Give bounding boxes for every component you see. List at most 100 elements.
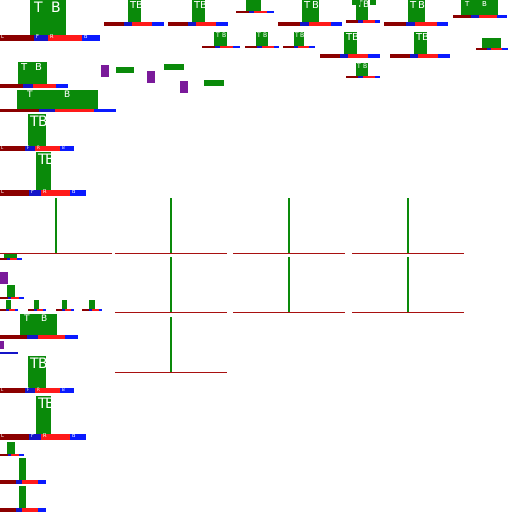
bar-segment — [363, 20, 375, 23]
label-top-left: T — [27, 90, 33, 100]
label-top-left: T — [295, 32, 299, 39]
label-top-right: B — [51, 0, 61, 16]
baseline — [352, 312, 464, 313]
label-bottom-right: B — [84, 34, 88, 40]
label-top-right: B — [45, 152, 55, 168]
top-block — [89, 300, 95, 309]
bar-segment — [254, 11, 267, 13]
bar-segment — [82, 309, 89, 311]
baseline — [352, 253, 464, 254]
bar-segment — [220, 46, 233, 48]
label-bottom-mid-1: F — [31, 189, 34, 195]
stem-panel — [0, 198, 112, 254]
bar-segment — [94, 109, 116, 112]
label-top-left: T — [357, 63, 361, 70]
glyph-purple — [0, 341, 4, 349]
bar-segment — [233, 46, 240, 48]
layout-widget: TB — [283, 32, 315, 48]
label-bottom-mid-1: F — [31, 433, 34, 439]
layout-widget: TB — [202, 32, 240, 48]
bar-segment — [196, 22, 216, 26]
label-top-right: B — [200, 0, 207, 11]
bar-segment — [19, 454, 24, 456]
label-bottom-mid-1: F — [27, 387, 30, 392]
top-block — [7, 285, 15, 297]
bar-segment — [497, 15, 507, 18]
bar-segment — [10, 258, 17, 260]
label-top-right: B — [422, 32, 429, 43]
label-top-left: T — [216, 32, 220, 39]
layout-widget: TB — [0, 90, 116, 112]
stem-panel — [233, 257, 345, 313]
bar-segment — [33, 84, 56, 88]
label-top-right: B — [136, 0, 143, 11]
bar-segment — [406, 22, 415, 26]
layout-widget: TBLFRB — [0, 356, 74, 393]
label-top-right: B — [263, 32, 268, 39]
glyph-green — [204, 80, 224, 86]
layout-widget: TB — [245, 32, 279, 48]
bar-segment — [0, 388, 25, 393]
bar-segment — [340, 54, 348, 58]
glyph-purple — [101, 65, 109, 77]
bar-segment — [0, 434, 29, 440]
top-block — [246, 0, 261, 11]
stem-panel — [115, 317, 227, 373]
bar-segment — [320, 54, 340, 58]
bar-segment — [27, 335, 38, 339]
bar-segment — [22, 508, 38, 512]
bar-segment — [188, 22, 196, 26]
bar-segment — [104, 22, 124, 26]
layout-widget: TB — [390, 32, 450, 58]
bar-segment — [71, 309, 74, 311]
glyph-green — [116, 67, 134, 73]
bar-segment — [17, 258, 22, 260]
label-top-right: B — [64, 90, 71, 100]
stem-line — [407, 198, 409, 253]
layout-widget: TB — [384, 0, 448, 26]
label-bottom-mid-2: R — [37, 145, 40, 150]
label-bottom-mid-1: F — [27, 145, 30, 150]
label-bottom-right: B — [62, 145, 65, 150]
top-block — [19, 458, 26, 480]
bar-segment — [38, 508, 46, 512]
label-bottom-left: L — [1, 433, 4, 439]
bar-segment — [267, 11, 274, 13]
label-bottom-mid-2: R — [43, 433, 47, 439]
bar-segment — [15, 309, 18, 311]
bar-segment — [309, 22, 331, 26]
bar-segment — [216, 22, 228, 26]
bar-segment — [11, 454, 19, 456]
label-top-left: T — [34, 0, 43, 16]
bar-segment — [43, 309, 46, 311]
top-block — [482, 38, 501, 48]
label-top-right: B — [35, 62, 42, 73]
bar-segment — [22, 480, 38, 484]
layout-widget: TB — [0, 314, 78, 339]
layout-widget — [0, 285, 24, 299]
bar-segment — [453, 15, 471, 18]
bar-segment — [236, 11, 249, 13]
stem-panel — [115, 198, 227, 254]
glyph-purple — [147, 71, 155, 83]
bar-segment — [0, 109, 39, 112]
bar-segment — [124, 22, 132, 26]
bar-segment — [38, 335, 65, 339]
label-bottom-right: B — [62, 387, 65, 392]
bar-segment — [19, 297, 24, 299]
bar-segment — [346, 20, 358, 23]
bar-segment — [346, 76, 358, 78]
bar-segment — [368, 54, 380, 58]
glyph-purple — [180, 81, 188, 93]
bar-segment — [0, 190, 29, 196]
layout-widget: TB — [453, 0, 507, 18]
bar-segment — [418, 54, 438, 58]
bar-segment — [479, 15, 497, 18]
bar-segment — [0, 480, 16, 484]
bar-segment — [55, 109, 94, 112]
layout-widget — [476, 38, 508, 50]
label-bottom-left: L — [1, 34, 4, 40]
bar-segment — [65, 335, 78, 339]
layout-widget — [0, 458, 46, 484]
bar-segment — [0, 84, 23, 88]
